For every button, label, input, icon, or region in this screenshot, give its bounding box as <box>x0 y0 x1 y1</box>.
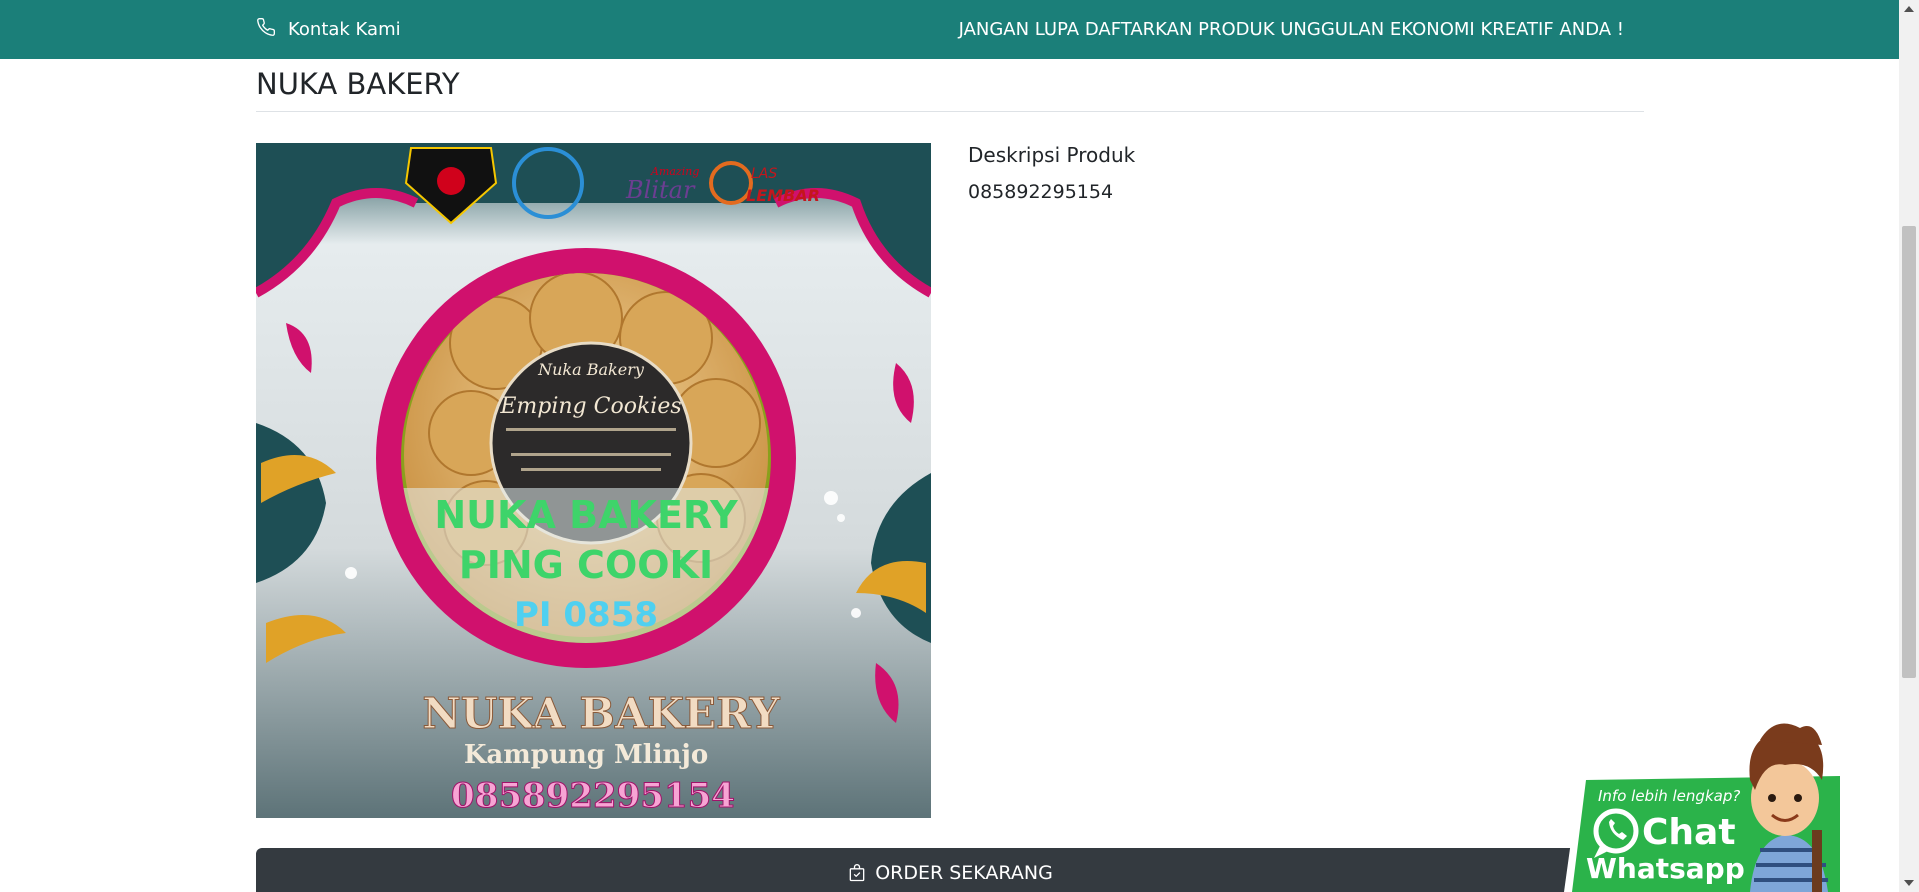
image-location-text: Kampung Mlinjo <box>464 740 708 770</box>
page-title: NUKA BAKERY <box>256 67 460 101</box>
image-overlay-line3: PI 0858 <box>514 595 658 635</box>
order-now-button[interactable]: ORDER SEKARANG <box>256 848 1644 892</box>
contact-us-label: Kontak Kami <box>288 19 401 40</box>
chat-label: Chat <box>1642 812 1736 853</box>
product-image: Blitar Amazing LAS LEMBAR Nuka Bakery Em… <box>256 143 931 818</box>
image-label-text: Emping Cookies <box>499 394 681 419</box>
phone-icon <box>256 17 276 42</box>
scroll-up-arrow-icon[interactable] <box>1904 6 1914 12</box>
scroll-down-arrow-icon[interactable] <box>1904 880 1914 886</box>
scrollbar-thumb[interactable] <box>1902 226 1916 678</box>
promo-banner-text: JANGAN LUPA DAFTARKAN PRODUK UNGGULAN EK… <box>958 19 1624 40</box>
image-overlay-line2: PING COOKI <box>459 543 713 587</box>
logo-blitar-text: Blitar <box>625 176 696 204</box>
product-description: Deskripsi Produk 085892295154 <box>968 143 1135 203</box>
top-bar: Kontak Kami JANGAN LUPA DAFTARKAN PRODUK… <box>0 0 1899 59</box>
whatsapp-label: Whatsapp <box>1586 852 1745 885</box>
order-now-label: ORDER SEKARANG <box>875 862 1053 884</box>
page-scrollbar[interactable] <box>1899 0 1919 892</box>
shopping-bag-icon <box>847 862 867 892</box>
image-badge-text: Nuka Bakery <box>537 360 645 379</box>
contact-us-link[interactable]: Kontak Kami <box>256 0 401 59</box>
image-phone-text: 085892295154 <box>451 776 735 816</box>
logo-lembar-text: LEMBAR <box>746 186 820 205</box>
image-overlay-line1: NUKA BAKERY <box>434 493 738 537</box>
chat-info-text: Info lebih lengkap? <box>1598 787 1740 805</box>
chat-mascot-image <box>1749 723 1828 892</box>
logo-amazing-text: Amazing <box>650 165 699 178</box>
title-divider <box>256 111 1644 112</box>
image-name-text: NUKA BAKERY <box>422 689 780 738</box>
logo-las-text: LAS <box>751 166 777 182</box>
description-heading: Deskripsi Produk <box>968 143 1136 167</box>
description-text: 085892295154 <box>968 181 1114 203</box>
whatsapp-chat-widget[interactable]: Info lebih lengkap? Chat Whatsapp <box>1560 710 1850 892</box>
